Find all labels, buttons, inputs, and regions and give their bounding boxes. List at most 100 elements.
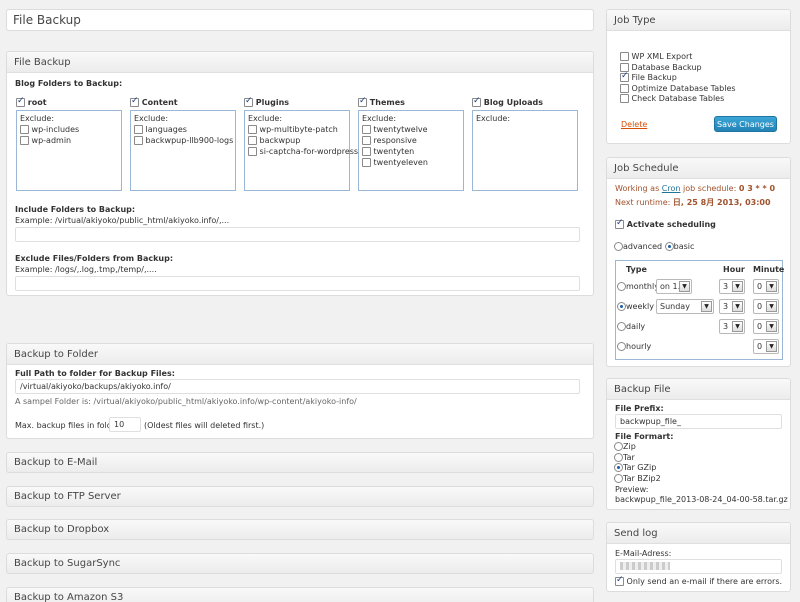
mode-advanced-radio[interactable] (614, 242, 623, 251)
minute-select-value: 0 (757, 282, 763, 291)
schedule-radio[interactable] (617, 302, 626, 311)
schedule-type-label: hourly (626, 342, 652, 351)
job-type-checkbox[interactable] (620, 83, 629, 93)
job-type-option[interactable]: Database Backup (620, 62, 736, 74)
schedule-radio[interactable] (617, 322, 626, 331)
exclude-item[interactable]: responsive (362, 135, 460, 146)
max-files-input[interactable]: 10 (109, 417, 141, 432)
file-prefix-input[interactable]: backwpup_file_ (615, 414, 782, 429)
exclude-item[interactable]: si-captcha-for-wordpress (248, 146, 358, 157)
folder-0-toggle[interactable]: root (16, 96, 47, 107)
schedule-radio[interactable] (617, 282, 626, 291)
hour-select[interactable]: 3 ▼ (719, 299, 745, 314)
day-select[interactable]: Sunday ▼ (656, 299, 714, 314)
only-errors-option[interactable]: Only send an e-mail if there are errors. (615, 575, 782, 586)
exclude-item[interactable]: backwpup (248, 135, 346, 146)
exclude-item[interactable]: twentytwelve (362, 124, 460, 135)
file-format-radio[interactable] (614, 452, 623, 462)
exclude-checkbox[interactable] (248, 136, 257, 145)
job-type-option[interactable]: Check Database Tables (620, 94, 736, 105)
only-errors-checkbox[interactable] (615, 575, 624, 586)
exclude-item[interactable]: languages (134, 124, 232, 135)
backup-sugarsync-section[interactable]: Backup to SugarSync (6, 553, 594, 574)
file-format-radio[interactable] (614, 463, 623, 472)
folder-3-toggle[interactable]: Themes (358, 96, 405, 107)
exclude-checkbox[interactable] (20, 136, 29, 145)
folder-exclude-box[interactable]: Exclude: wp-includes wp-admin (16, 110, 122, 191)
exclude-checkbox[interactable] (248, 147, 257, 156)
exclude-item[interactable]: wp-includes (20, 124, 118, 135)
exclude-checkbox[interactable] (20, 125, 29, 134)
job-type-option[interactable]: File Backup (620, 71, 736, 84)
job-type-checkbox[interactable] (620, 94, 629, 103)
job-type-checkbox[interactable] (620, 52, 629, 61)
include-folders-input[interactable] (15, 227, 580, 242)
backup-dropbox-section[interactable]: Backup to Dropbox (6, 519, 594, 540)
job-type-option[interactable]: Optimize Database Tables (620, 83, 736, 95)
job-type-header[interactable]: Job Type (607, 10, 790, 31)
folder-1-toggle[interactable]: Content (130, 96, 178, 107)
schedule-row-weekly[interactable]: weekly (617, 302, 654, 311)
file-format-option[interactable]: Tar BZip2 (614, 473, 661, 485)
exclude-item[interactable]: wp-admin (20, 135, 118, 146)
exclude-item[interactable]: wp-multibyte-patch (248, 124, 346, 135)
backup-file-header[interactable]: Backup File (607, 379, 790, 400)
job-type-options: WP XML Export Database Backup File Backu… (620, 52, 736, 105)
schedule-row-hourly[interactable]: hourly (617, 342, 651, 351)
full-path-input[interactable]: /virtual/akiyoko/backups/akiyoko.info/ (15, 379, 580, 394)
exclude-checkbox[interactable] (362, 158, 371, 167)
minute-select[interactable]: 0 ▼ (753, 319, 779, 334)
email-input[interactable] (615, 559, 782, 574)
schedule-radio[interactable] (617, 342, 626, 351)
file-format-radio[interactable] (614, 473, 623, 483)
job-type-option[interactable]: WP XML Export (620, 52, 736, 63)
job-schedule-header[interactable]: Job Schedule (607, 158, 790, 179)
exclude-checkbox[interactable] (248, 125, 257, 134)
hour-select[interactable]: 3 ▼ (719, 319, 745, 334)
hour-select[interactable]: 3 ▼ (719, 279, 745, 294)
exclude-item[interactable]: twentyten (362, 146, 460, 157)
schedule-row-daily[interactable]: daily (617, 322, 645, 331)
mode-basic-radio[interactable] (664, 242, 674, 251)
send-log-header[interactable]: Send log (607, 523, 790, 544)
folder-checkbox[interactable] (244, 96, 253, 107)
exclude-checkbox[interactable] (362, 125, 371, 134)
folder-4-toggle[interactable]: Blog Uploads (472, 96, 543, 107)
exclude-checkbox[interactable] (134, 125, 143, 134)
exclude-checkbox[interactable] (362, 147, 371, 156)
folder-checkbox[interactable] (130, 96, 139, 107)
folder-exclude-box[interactable]: Exclude: languages backwpup-llb900-logs (130, 110, 236, 191)
file-format-option[interactable]: Tar (614, 452, 661, 464)
day-select[interactable]: on 1. ▼ (656, 279, 692, 294)
folder-checkbox[interactable] (472, 96, 481, 107)
folder-exclude-box[interactable]: Exclude: twentytwelve responsive twentyt… (358, 110, 464, 191)
delete-link[interactable]: Delete (621, 120, 647, 129)
exclude-files-input[interactable] (15, 276, 580, 291)
file-format-option[interactable]: Tar GZip (614, 463, 661, 474)
folder-exclude-box[interactable]: Exclude: wp-multibyte-patch backwpup si-… (244, 110, 358, 191)
folder-checkbox[interactable] (16, 96, 25, 107)
exclude-checkbox[interactable] (134, 136, 143, 145)
file-format-option[interactable]: Zip (614, 442, 661, 453)
minute-select[interactable]: 0 ▼ (753, 299, 779, 314)
minute-select[interactable]: 0 ▼ (753, 279, 779, 294)
folder-2-toggle[interactable]: Plugins (244, 96, 289, 107)
folder-checkbox[interactable] (358, 96, 367, 107)
save-changes-button[interactable]: Save Changes (714, 116, 777, 132)
exclude-item[interactable]: backwpup-llb900-logs (134, 135, 233, 146)
file-format-radio[interactable] (614, 442, 623, 451)
exclude-item[interactable]: twentyeleven (362, 157, 460, 168)
backup-folder-header[interactable]: Backup to Folder (7, 344, 593, 365)
backup-s3-section[interactable]: Backup to Amazon S3 (6, 587, 594, 602)
cron-link[interactable]: Cron (662, 184, 681, 193)
activate-scheduling-checkbox[interactable] (615, 218, 624, 229)
minute-select[interactable]: 0 ▼ (753, 339, 779, 354)
exclude-checkbox[interactable] (362, 136, 371, 145)
folder-exclude-box[interactable]: Exclude: (472, 110, 578, 191)
backup-email-section[interactable]: Backup to E-Mail (6, 452, 594, 473)
schedule-row-monthly[interactable]: monthly (617, 282, 659, 291)
activate-scheduling[interactable]: Activate scheduling (615, 218, 716, 229)
job-type-checkbox[interactable] (620, 71, 629, 82)
backup-ftp-section[interactable]: Backup to FTP Server (6, 486, 594, 507)
file-backup-header[interactable]: File Backup (7, 52, 593, 73)
